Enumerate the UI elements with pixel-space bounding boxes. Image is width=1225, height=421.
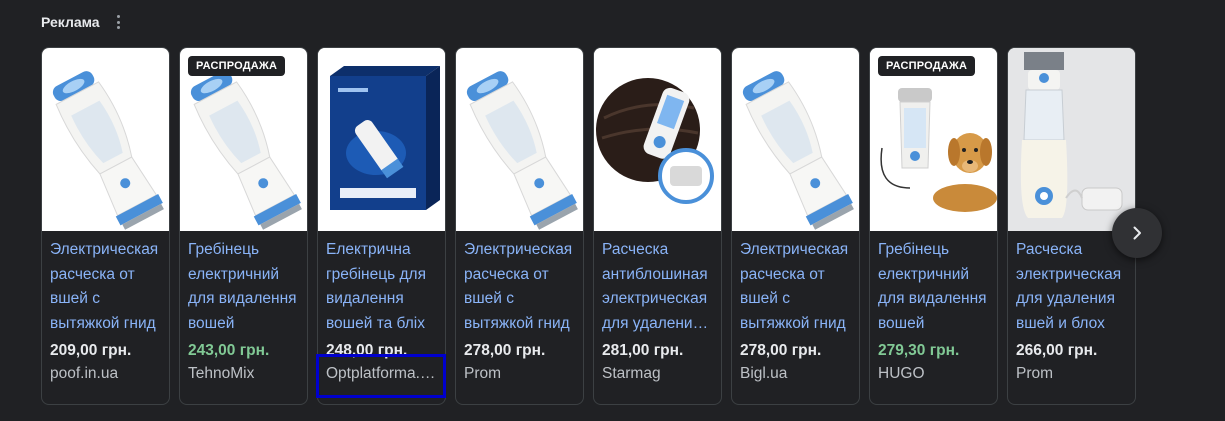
product-title-link[interactable]: Электрическая расческа от вшей с вытяжко…	[464, 238, 578, 336]
product-image[interactable]	[456, 48, 583, 231]
product-price: 279,30 грн.	[878, 342, 960, 359]
sale-badge: РАСПРОДАЖА	[188, 56, 286, 76]
store-name: HUGO	[878, 365, 925, 382]
store-name: TehnoMix	[188, 365, 255, 382]
ads-label: Реклама	[41, 14, 100, 30]
product-price: 278,00 грн.	[740, 342, 822, 359]
product-price: 209,00 грн.	[50, 342, 132, 359]
product-title-link[interactable]: Електрична гребінець для видалення вошей…	[326, 238, 440, 336]
product-title-link[interactable]: Электрическая расческа от вшей с вытяжко…	[50, 238, 164, 336]
product-card[interactable]: РАСПРОДАЖА Гребінець електричний для вида…	[869, 47, 998, 405]
product-image[interactable]	[732, 48, 859, 231]
product-price: 243,00 грн.	[188, 342, 270, 359]
ads-header: Реклама	[41, 12, 126, 32]
sale-badge: РАСПРОДАЖА	[878, 56, 976, 76]
product-card[interactable]: Электрическая расческа от вшей с вытяжко…	[731, 47, 860, 405]
more-vert-icon[interactable]	[112, 12, 126, 32]
store-name: Optplatforma.com.ua	[326, 365, 440, 382]
store-name: Bigl.ua	[740, 365, 788, 382]
carousel-next-button[interactable]	[1112, 208, 1162, 258]
store-name: Starmag	[602, 365, 661, 382]
product-price: 278,00 грн.	[464, 342, 546, 359]
product-price: 281,00 грн.	[602, 342, 684, 359]
product-card[interactable]: Електрична гребінець для видалення вошей…	[317, 47, 446, 405]
product-price: 248,00 грн.	[326, 342, 408, 359]
product-title-link[interactable]: Гребінець електричний для видалення воше…	[878, 238, 992, 336]
product-card[interactable]: Электрическая расческа от вшей с вытяжко…	[455, 47, 584, 405]
product-image[interactable]	[594, 48, 721, 231]
product-price: 266,00 грн.	[1016, 342, 1098, 359]
product-title-link[interactable]: Расческа антиблошиная электрическая для …	[602, 238, 716, 336]
store-name: Prom	[1016, 365, 1054, 382]
product-image[interactable]	[42, 48, 169, 231]
product-card[interactable]: Электрическая расческа от вшей с вытяжко…	[41, 47, 170, 405]
product-image[interactable]	[1008, 48, 1135, 231]
product-title-link[interactable]: Гребінець електричний для видалення воше…	[188, 238, 302, 336]
product-image[interactable]	[318, 48, 445, 231]
chevron-right-icon	[1133, 226, 1141, 240]
store-name: Prom	[464, 365, 502, 382]
product-title-link[interactable]: Электрическая расческа от вшей с вытяжко…	[740, 238, 854, 336]
store-name: poof.in.ua	[50, 365, 119, 382]
product-card[interactable]: РАСПРОДАЖА Гребінець електричний для вида…	[179, 47, 308, 405]
product-title-link[interactable]: Расческа электрическая для удаления вшей…	[1016, 238, 1130, 336]
product-card[interactable]: Расческа антиблошиная электрическая для …	[593, 47, 722, 405]
